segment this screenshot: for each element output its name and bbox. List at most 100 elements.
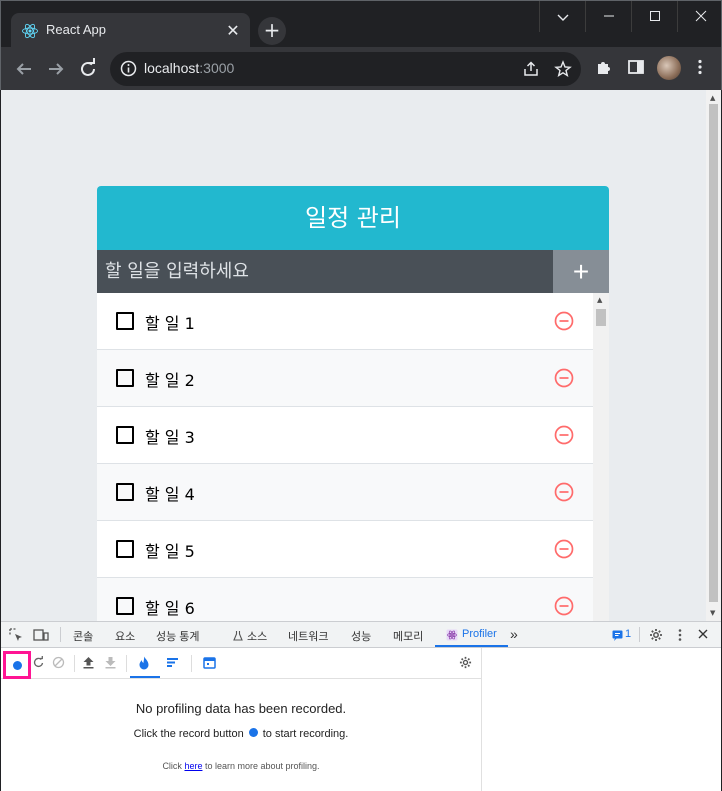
tab-profiler[interactable]: Profiler — [462, 628, 497, 640]
checkbox[interactable] — [116, 597, 134, 615]
todo-input[interactable] — [97, 250, 553, 293]
checkbox[interactable] — [116, 312, 134, 330]
flask-icon — [233, 631, 243, 641]
todo-text: 할 일 1 — [145, 314, 195, 333]
inspect-element-icon[interactable] — [9, 628, 23, 642]
tab-elements[interactable]: 요소 — [115, 628, 135, 644]
remove-circle-icon[interactable] — [554, 425, 574, 445]
profiler-toolbar — [1, 648, 481, 679]
scroll-up-arrow-icon[interactable]: ▲ — [710, 94, 715, 102]
tab-network[interactable]: 네트워크 — [288, 628, 328, 644]
reload-and-profile-icon[interactable] — [32, 656, 45, 669]
page-viewport: 일정 관리 + 할 일 1 할 일 2 할 일 3 할 — [1, 90, 721, 621]
flame-chart-icon[interactable] — [138, 656, 150, 670]
scroll-down-arrow-icon[interactable]: ▼ — [710, 609, 715, 617]
checkbox[interactable] — [116, 369, 134, 387]
url-port: :3000 — [199, 60, 235, 76]
share-icon[interactable] — [522, 60, 540, 78]
side-panel-icon[interactable] — [627, 58, 645, 76]
reload-icon[interactable] — [75, 56, 101, 82]
gear-icon[interactable] — [459, 656, 472, 669]
upload-icon[interactable] — [82, 656, 95, 669]
react-icon — [446, 629, 458, 641]
timeline-calendar-icon[interactable] — [203, 656, 216, 669]
minimize-icon — [603, 15, 614, 17]
new-tab-button[interactable]: + — [258, 17, 286, 45]
address-bar[interactable]: localhost:3000 — [110, 52, 581, 86]
tab-title: React App — [46, 22, 106, 37]
learn-more-text: Click here to learn more about profiling… — [1, 761, 481, 771]
record-button[interactable] — [3, 651, 31, 679]
device-toolbar-icon[interactable] — [33, 628, 49, 642]
todo-text: 할 일 4 — [145, 485, 195, 504]
page-scrollbar[interactable]: ▲ ▼ — [706, 90, 721, 621]
remove-circle-icon[interactable] — [554, 596, 574, 616]
close-window-button[interactable] — [677, 1, 722, 32]
url-text[interactable]: localhost:3000 — [144, 60, 234, 76]
list-scroll-thumb[interactable] — [596, 309, 606, 326]
extensions-icon[interactable] — [595, 58, 613, 76]
tab-performance-insights[interactable]: 성능 통계 — [156, 628, 200, 644]
todo-item: 할 일 2 — [97, 350, 593, 407]
checkbox[interactable] — [116, 483, 134, 501]
add-todo-button[interactable]: + — [553, 250, 609, 293]
active-tab-indicator — [435, 645, 508, 647]
list-scrollbar[interactable]: ▲ — [593, 293, 609, 621]
download-icon[interactable] — [104, 656, 117, 669]
record-dot-icon — [13, 661, 22, 670]
profile-avatar[interactable] — [657, 56, 681, 80]
back-arrow-icon[interactable] — [11, 56, 37, 82]
issues-count[interactable]: 1 — [625, 628, 631, 640]
gear-icon[interactable] — [649, 628, 663, 642]
page-scroll-thumb[interactable] — [709, 104, 718, 602]
remove-circle-icon[interactable] — [554, 482, 574, 502]
todo-template: 일정 관리 + 할 일 1 할 일 2 할 일 3 할 — [97, 186, 609, 621]
devtools-tabbar: 콘솔 요소 성능 통계 소스 네트워크 성능 메모리 Profiler » 1 — [1, 622, 721, 648]
scroll-up-arrow-icon[interactable]: ▲ — [597, 296, 602, 304]
hint-before: Click the record button — [133, 728, 244, 740]
remove-circle-icon[interactable] — [554, 539, 574, 559]
hint-after: to start recording. — [262, 728, 349, 740]
more-vert-icon[interactable] — [676, 628, 684, 642]
checkbox[interactable] — [116, 540, 134, 558]
tab-search-button[interactable] — [539, 1, 585, 32]
todo-text: 할 일 2 — [145, 371, 195, 390]
tab-memory[interactable]: 메모리 — [393, 628, 423, 644]
learn-more-link[interactable]: here — [184, 761, 202, 771]
todo-text: 할 일 6 — [145, 599, 195, 618]
more-vert-icon[interactable] — [691, 58, 709, 76]
profiler-sidebar — [481, 648, 721, 791]
toolbar-divider — [191, 655, 192, 672]
tab-sources[interactable]: 소스 — [247, 628, 267, 644]
empty-state-hint: Click the record button to start recordin… — [1, 728, 481, 740]
todo-insert-form: + — [97, 250, 609, 293]
url-host: localhost — [144, 60, 200, 76]
todo-list: 할 일 1 할 일 2 할 일 3 할 일 4 할 일 5 할 일 6 ▲ — [97, 293, 609, 621]
close-icon[interactable] — [697, 628, 709, 640]
todo-text: 할 일 5 — [145, 542, 195, 561]
active-view-indicator — [130, 676, 160, 678]
more-tabs-chevron-icon[interactable]: » — [510, 626, 518, 642]
tab-performance[interactable]: 성능 — [351, 628, 371, 644]
devtools-panel: 콘솔 요소 성능 통계 소스 네트워크 성능 메모리 Profiler » 1 — [1, 621, 721, 791]
forward-arrow-icon[interactable] — [43, 56, 69, 82]
remove-circle-icon[interactable] — [554, 311, 574, 331]
browser-tab[interactable]: React App ✕ — [11, 13, 250, 49]
info-icon[interactable] — [120, 60, 137, 77]
minimize-button[interactable] — [585, 1, 631, 32]
learn-before: Click — [162, 761, 182, 771]
ranked-chart-icon[interactable] — [166, 656, 179, 669]
tab-close-icon[interactable]: ✕ — [224, 22, 242, 40]
issues-icon[interactable] — [612, 630, 623, 641]
toolbar-divider — [639, 627, 640, 642]
checkbox[interactable] — [116, 426, 134, 444]
clear-icon[interactable] — [52, 656, 65, 669]
maximize-button[interactable] — [631, 1, 677, 32]
react-icon — [22, 23, 38, 39]
star-icon[interactable] — [554, 60, 572, 78]
remove-circle-icon[interactable] — [554, 368, 574, 388]
tab-console[interactable]: 콘솔 — [73, 628, 93, 644]
todo-item: 할 일 6 — [97, 578, 593, 621]
toolbar-divider — [60, 627, 61, 642]
record-dot-icon — [248, 728, 258, 737]
